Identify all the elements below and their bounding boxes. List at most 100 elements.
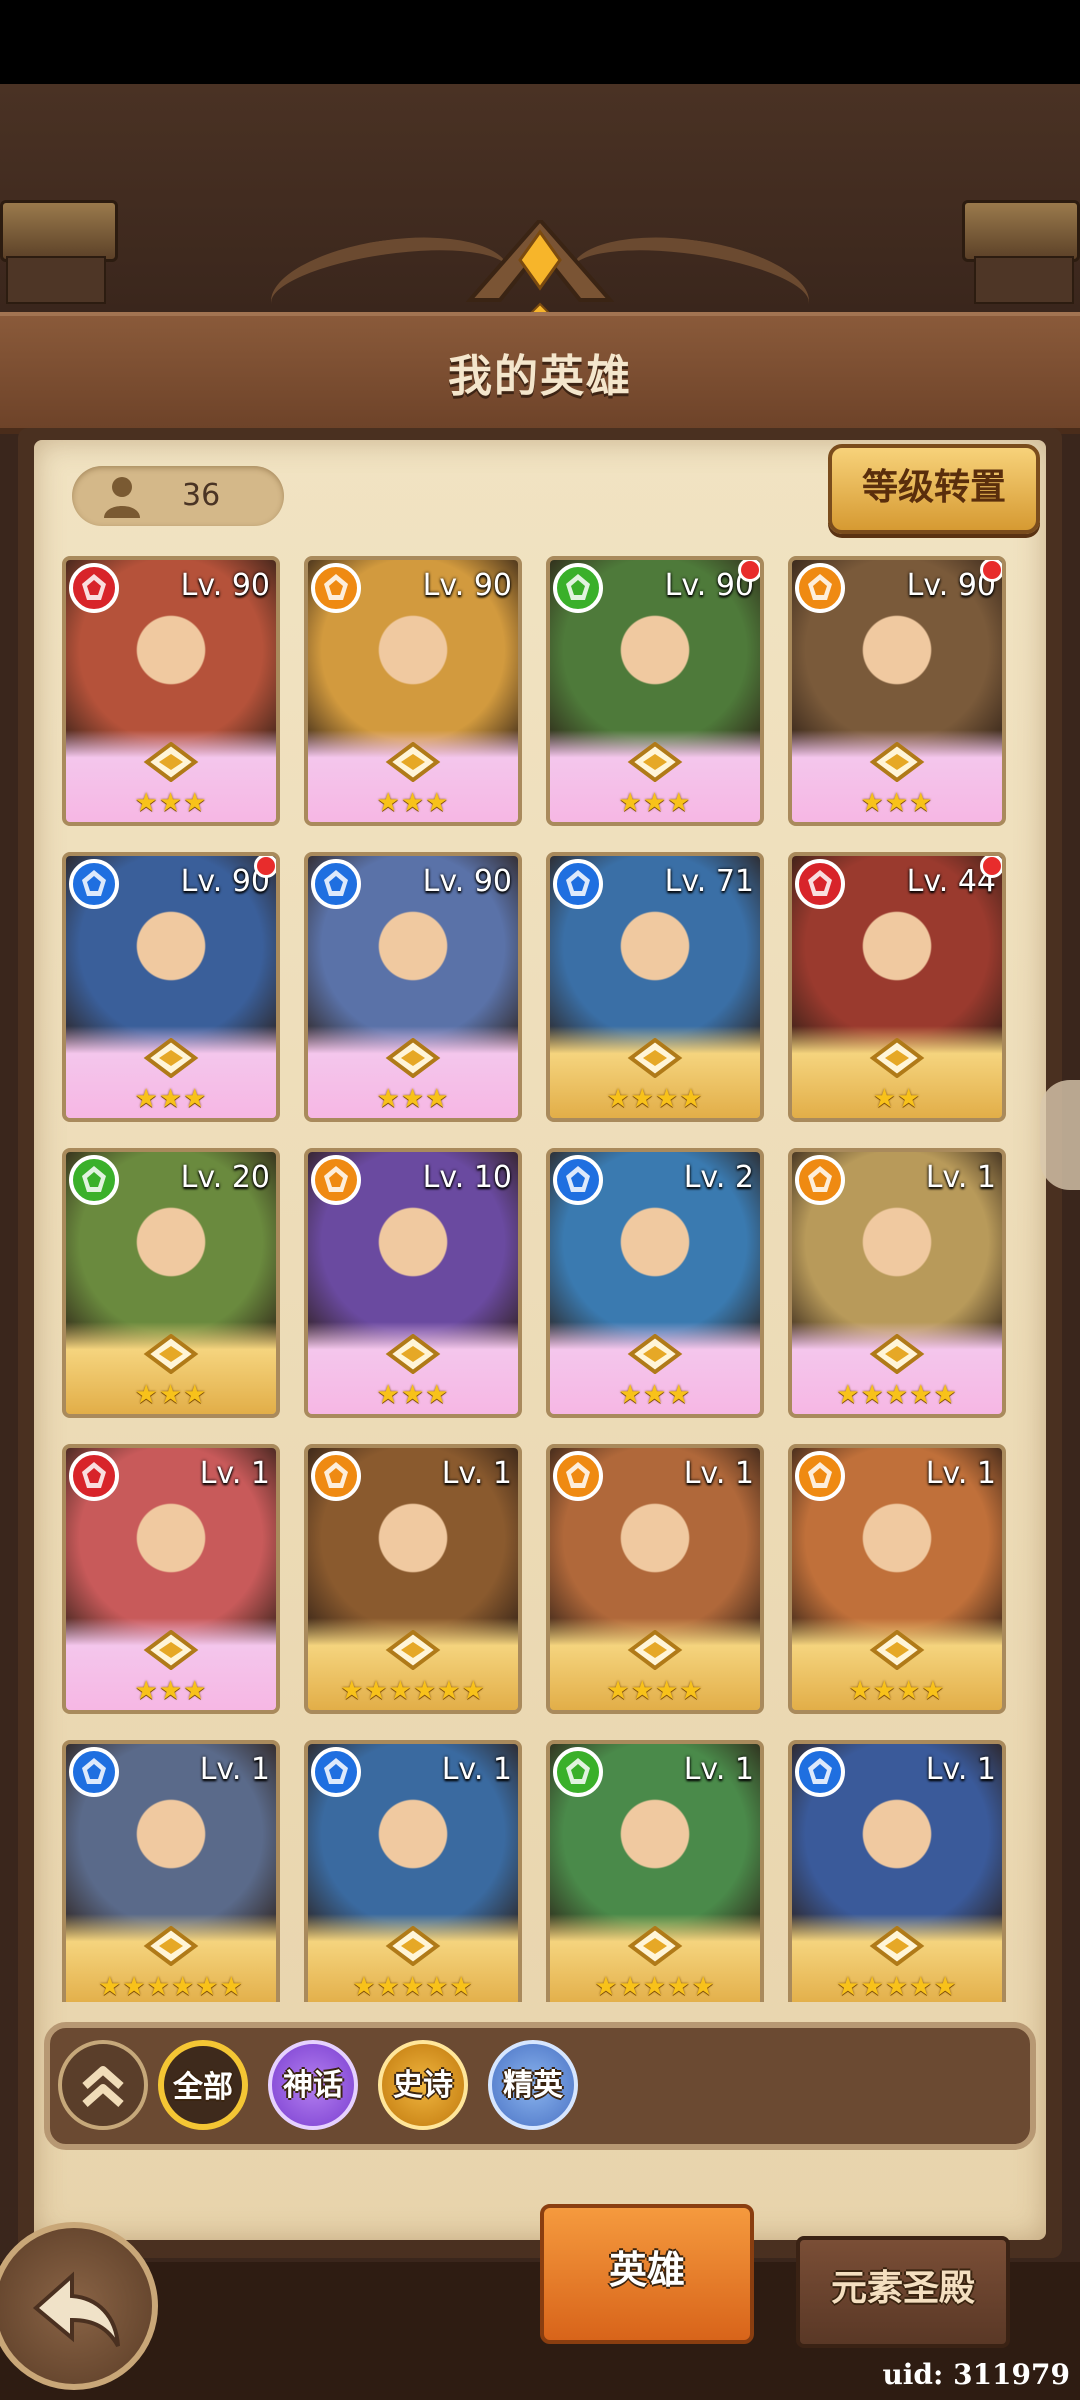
- rank-emblem-icon: [143, 1630, 199, 1670]
- hero-card[interactable]: ★★★ Lv. 90: [62, 556, 280, 826]
- star-rating: ★★★★★★: [340, 1676, 486, 1706]
- notification-dot: [738, 560, 760, 582]
- rank-emblem-icon: [627, 742, 683, 782]
- star-rating: ★★★★★: [352, 1972, 474, 2002]
- hero-level: Lv. 71: [664, 864, 754, 899]
- rank-emblem-icon: [627, 1038, 683, 1078]
- rank-emblem-icon: [385, 1038, 441, 1078]
- hero-card[interactable]: ★★★★★ Lv. 1: [788, 1148, 1006, 1418]
- rank-emblem-icon: [869, 1926, 925, 1966]
- hero-card[interactable]: ★★★★ Lv. 1: [788, 1444, 1006, 1714]
- hero-card[interactable]: ★★★★★★ Lv. 1: [304, 1444, 522, 1714]
- hero-card[interactable]: ★★★ Lv. 90: [546, 556, 764, 826]
- rank-emblem-icon: [385, 1630, 441, 1670]
- fire-element-icon: [795, 859, 845, 909]
- light-element-icon: [311, 563, 361, 613]
- water-element-icon: [795, 1747, 845, 1797]
- hero-card[interactable]: ★★★★★ Lv. 1: [546, 1740, 764, 2002]
- hero-level: Lv. 90: [422, 864, 512, 899]
- side-pull-tab[interactable]: [1040, 1080, 1080, 1190]
- fire-element-icon: [69, 1451, 119, 1501]
- light-element-icon: [795, 563, 845, 613]
- left-pillar-base: [6, 256, 106, 304]
- hero-card[interactable]: ★★★ Lv. 90: [788, 556, 1006, 826]
- notification-dot: [254, 856, 276, 878]
- double-chevron-up-icon: [82, 2066, 124, 2107]
- hero-count: 36: [182, 478, 221, 513]
- rank-emblem-icon: [869, 742, 925, 782]
- hero-level: Lv. 1: [925, 1456, 996, 1491]
- filter-epic-button[interactable]: 史诗: [378, 2040, 468, 2130]
- rank-emblem-icon: [143, 1926, 199, 1966]
- star-rating: ★★★: [134, 1676, 208, 1706]
- hero-level: Lv. 20: [180, 1160, 270, 1195]
- hero-level: Lv. 90: [180, 568, 270, 603]
- hero-card[interactable]: ★★★ Lv. 2: [546, 1148, 764, 1418]
- star-rating: ★★★: [618, 788, 692, 818]
- star-rating: ★★★★★★: [98, 1972, 244, 2002]
- hero-card[interactable]: ★★ Lv. 44: [788, 852, 1006, 1122]
- uid-label: uid: 311979: [882, 2358, 1070, 2391]
- hero-grid: ★★★ Lv. 90 ★★★ Lv. 90 ★★★ Lv. 90 ★★★ Lv. 90 ★★★ L…: [62, 556, 1022, 2002]
- hero-level: Lv. 1: [683, 1752, 754, 1787]
- hero-level: Lv. 10: [422, 1160, 512, 1195]
- page-title: 我的英雄: [448, 351, 632, 402]
- nature-element-icon: [553, 1747, 603, 1797]
- hero-card[interactable]: ★★★ Lv. 10: [304, 1148, 522, 1418]
- notification-dot: [980, 856, 1002, 878]
- water-element-icon: [69, 1747, 119, 1797]
- right-pillar-base: [974, 256, 1074, 304]
- hero-card[interactable]: ★★★★★★ Lv. 1: [62, 1740, 280, 2002]
- rank-emblem-icon: [385, 1926, 441, 1966]
- star-rating: ★★★: [376, 788, 450, 818]
- star-rating: ★★★: [860, 788, 934, 818]
- hero-card[interactable]: ★★★★★ Lv. 1: [788, 1740, 1006, 2002]
- hero-level: Lv. 1: [199, 1752, 270, 1787]
- hero-card[interactable]: ★★★★ Lv. 1: [546, 1444, 764, 1714]
- level-transfer-button[interactable]: 等级转置: [828, 444, 1040, 534]
- filter-elite-button[interactable]: 精英: [488, 2040, 578, 2130]
- light-element-icon: [311, 1451, 361, 1501]
- water-element-icon: [311, 859, 361, 909]
- star-rating: ★★★: [376, 1380, 450, 1410]
- star-rating: ★★★: [134, 788, 208, 818]
- hero-card[interactable]: ★★★ Lv. 90: [62, 852, 280, 1122]
- light-element-icon: [795, 1155, 845, 1205]
- hero-card[interactable]: ★★★ Lv. 1: [62, 1444, 280, 1714]
- star-rating: ★★★★★: [836, 1972, 958, 2002]
- rank-emblem-icon: [869, 1038, 925, 1078]
- collapse-button[interactable]: [58, 2040, 148, 2130]
- rank-emblem-icon: [143, 1334, 199, 1374]
- rank-emblem-icon: [627, 1334, 683, 1374]
- nature-element-icon: [69, 1155, 119, 1205]
- hero-card[interactable]: ★★★★★ Lv. 1: [304, 1740, 522, 2002]
- person-icon: [104, 477, 140, 518]
- tab-elemental-temple[interactable]: 元素圣殿: [796, 2236, 1010, 2348]
- hero-level: Lv. 90: [422, 568, 512, 603]
- back-arrow-icon: [32, 2271, 120, 2348]
- notification-dot: [980, 560, 1002, 582]
- nature-element-icon: [553, 563, 603, 613]
- hero-card[interactable]: ★★★★ Lv. 71: [546, 852, 764, 1122]
- water-element-icon: [311, 1747, 361, 1797]
- star-rating: ★★★★: [848, 1676, 946, 1706]
- hero-card[interactable]: ★★★ Lv. 20: [62, 1148, 280, 1418]
- rank-emblem-icon: [869, 1334, 925, 1374]
- star-rating: ★★★: [134, 1380, 208, 1410]
- star-rating: ★★★★★: [836, 1380, 958, 1410]
- hero-card[interactable]: ★★★ Lv. 90: [304, 852, 522, 1122]
- hero-level: Lv. 1: [925, 1160, 996, 1195]
- star-rating: ★★★★: [606, 1676, 704, 1706]
- light-element-icon: [795, 1451, 845, 1501]
- rank-emblem-icon: [385, 742, 441, 782]
- hero-card[interactable]: ★★★ Lv. 90: [304, 556, 522, 826]
- star-rating: ★★★: [618, 1380, 692, 1410]
- filter-mythic-button[interactable]: 神话: [268, 2040, 358, 2130]
- filter-all-button[interactable]: 全部: [158, 2040, 248, 2130]
- water-element-icon: [553, 859, 603, 909]
- hero-level: Lv. 2: [683, 1160, 754, 1195]
- tab-heroes[interactable]: 英雄: [540, 2204, 754, 2344]
- star-rating: ★★★: [134, 1084, 208, 1114]
- hero-level: Lv. 1: [441, 1456, 512, 1491]
- hero-count-pill: 36: [72, 466, 284, 526]
